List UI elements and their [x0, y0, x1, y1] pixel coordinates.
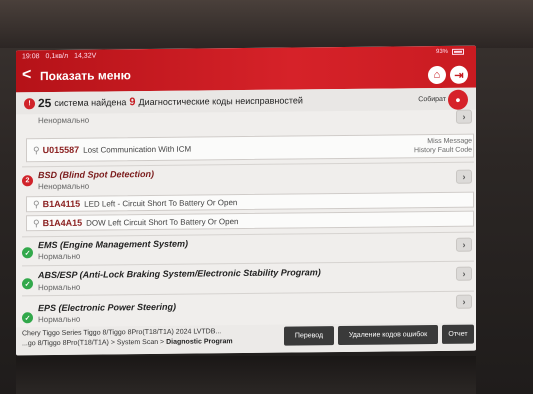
system-name[interactable]: ABS/ESP (Anti-Lock Braking System/Electr…	[38, 267, 321, 280]
battery-percent: 93%	[435, 48, 448, 56]
expand-arrow-button[interactable]: ›	[456, 237, 472, 252]
page-title: Показать меню	[40, 68, 131, 84]
search-icon: ⚲	[33, 144, 40, 155]
status-voltage: 14,32V	[74, 52, 97, 60]
fault-meta: Miss Message History Fault Code	[414, 137, 472, 156]
vehicle-breadcrumb: Chery Tiggo Series Tiggo 8/Tiggo 8Pro(T1…	[22, 327, 233, 349]
fault-history: History Fault Code	[414, 146, 472, 155]
divider	[22, 290, 474, 297]
expand-arrow-button[interactable]: ›	[456, 266, 472, 281]
system-count: 25	[38, 96, 52, 111]
divider	[22, 231, 474, 238]
system-status: Ненормально	[38, 115, 90, 126]
dtc-count: 9	[129, 96, 136, 109]
back-button[interactable]: <	[22, 66, 31, 84]
status-time: 19:08	[22, 53, 40, 61]
system-name[interactable]: EMS (Engine Management System)	[38, 239, 188, 251]
clear-codes-button[interactable]: Удаление кодов ошибок	[338, 324, 438, 346]
fault-code-row[interactable]: ⚲ B1A4115 LED Left - Circuit Short To Ba…	[26, 191, 474, 213]
expand-arrow-button[interactable]: ›	[456, 169, 472, 184]
systems-found-label: система найдена	[54, 97, 127, 109]
camera-icon[interactable]: ●	[448, 89, 468, 110]
status-right: 93%	[435, 48, 464, 56]
system-status: Нормально	[38, 282, 81, 293]
check-icon: ✓	[22, 278, 33, 290]
collect-button[interactable]: Собират	[418, 96, 446, 103]
tablet-bottom-bezel	[16, 356, 476, 394]
exit-icon[interactable]: ⇥	[450, 65, 468, 84]
fault-description: Lost Communication With ICM	[83, 144, 192, 155]
fault-code-row[interactable]: ⚲ U015587 Lost Communication With ICM	[26, 133, 474, 163]
fault-code: B1A4A15	[42, 217, 83, 229]
breadcrumb-trail: ...go 8/Tiggo 8Pro(T18/T1A) > System Sca…	[22, 338, 167, 348]
divider	[22, 161, 474, 168]
system-name[interactable]: EPS (Electronic Power Steering)	[38, 302, 176, 313]
fault-code: B1A4115	[42, 198, 81, 210]
search-icon: ⚲	[33, 217, 40, 228]
system-status: Нормально	[38, 251, 81, 262]
fault-code: U015587	[42, 144, 80, 156]
status-speed: 0,1кв/л	[45, 52, 69, 61]
home-icon[interactable]: ⌂	[428, 65, 446, 85]
divider	[22, 260, 474, 267]
breadcrumb-current: Diagnostic Program	[166, 338, 233, 346]
fault-indicator-icon: !	[24, 97, 35, 109]
app-header: 19:08 0,1кв/л 14,32V 93% < Показать меню…	[16, 45, 476, 93]
fault-badge-icon: 2	[22, 175, 33, 187]
breadcrumb-path: ...go 8/Tiggo 8Pro(T18/T1A) > System Sca…	[22, 337, 233, 349]
fault-description: LED Left - Circuit Short To Battery Or O…	[84, 197, 238, 209]
bottom-bar: Chery Tiggo Series Tiggo 8/Tiggo 8Pro(T1…	[16, 322, 476, 356]
system-status: Ненормально	[38, 181, 90, 192]
translate-button[interactable]: Перевод	[284, 326, 334, 346]
dtc-label: Диагностические коды неисправностей	[138, 95, 303, 108]
check-icon: ✓	[22, 312, 33, 324]
status-bar: 19:08 0,1кв/л 14,32V	[22, 53, 96, 61]
report-button[interactable]: Отчет	[442, 324, 474, 344]
expand-arrow-button[interactable]: ›	[456, 294, 472, 309]
diagnostic-screen: 19:08 0,1кв/л 14,32V 93% < Показать меню…	[16, 45, 476, 356]
scan-summary: ! 25 система найдена 9 Диагностические к…	[16, 87, 476, 115]
tablet-top-edge	[0, 0, 533, 48]
search-icon: ⚲	[33, 198, 40, 209]
fault-code-row[interactable]: ⚲ B1A4A15 DOW Left Circuit Short To Batt…	[26, 210, 474, 232]
check-icon: ✓	[22, 247, 33, 259]
expand-arrow-button[interactable]: ›	[456, 109, 472, 124]
system-name[interactable]: BSD (Blind Spot Detection)	[38, 169, 154, 180]
fault-description: DOW Left Circuit Short To Battery Or Ope…	[86, 216, 239, 228]
system-status: Нормально	[38, 314, 81, 325]
battery-icon	[452, 48, 464, 55]
